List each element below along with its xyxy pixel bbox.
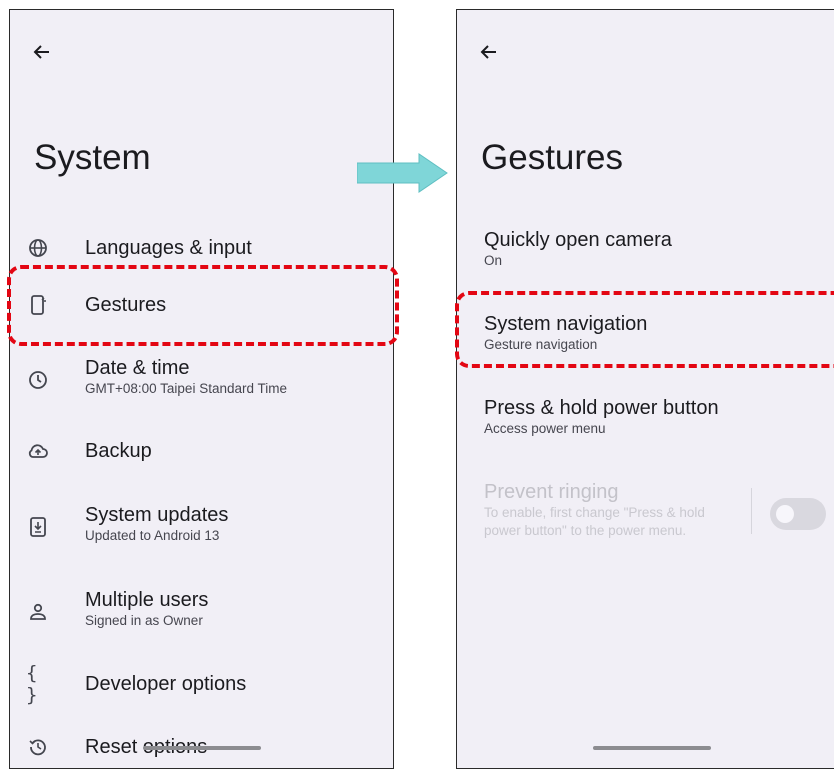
back-arrow-icon [480,45,496,59]
highlight-gestures [7,265,399,346]
back-arrow-icon [33,45,49,59]
system-settings-screen: System Languages & input Gestures Date &… [9,9,394,769]
transition-arrow [356,153,449,198]
braces-icon: { } [26,662,38,706]
item-label: Backup [85,440,152,462]
settings-item-backup[interactable]: Backup [10,431,393,471]
back-button[interactable] [28,38,56,66]
history-icon [26,735,50,759]
item-label: Developer options [85,673,247,695]
item-summary: Signed in as Owner [85,613,203,628]
settings-item-quickly-open-camera[interactable]: Quickly open camera On [484,228,834,270]
home-indicator[interactable] [593,746,711,750]
settings-item-developer-options[interactable]: { } Developer options [10,662,393,706]
toggle-knob [776,505,794,523]
item-summary: Updated to Android 13 [85,528,220,543]
item-label: System updates [85,504,229,526]
globe-icon [26,236,50,260]
cloud-upload-icon [26,439,50,463]
item-label: Date & time [85,357,190,379]
system-update-icon [26,515,50,539]
item-summary: GMT+08:00 Taipei Standard Time [85,381,287,396]
page-title: Gestures [481,138,623,177]
person-icon [26,600,50,624]
item-summary: Access power menu [484,421,606,436]
item-summary: On [484,253,503,268]
prevent-ringing-toggle[interactable] [770,498,826,530]
gestures-settings-screen: Gestures Quickly open camera On System n… [456,9,834,769]
settings-item-multiple-users[interactable]: Multiple users Signed in as Owner [10,588,393,636]
settings-item-languages[interactable]: Languages & input [10,228,393,268]
clock-icon [26,368,50,392]
divider [751,488,752,534]
highlight-system-navigation [455,291,834,368]
settings-item-press-hold-power[interactable]: Press & hold power button Access power m… [484,396,834,438]
settings-item-date-time[interactable]: Date & time GMT+08:00 Taipei Standard Ti… [10,356,393,404]
settings-item-system-updates[interactable]: System updates Updated to Android 13 [10,503,393,551]
page-title: System [34,138,151,177]
item-label: Multiple users [85,589,209,611]
item-label: Languages & input [85,237,252,259]
back-button[interactable] [475,38,503,66]
item-label: Quickly open camera [484,229,672,251]
home-indicator[interactable] [143,746,261,750]
item-label: Press & hold power button [484,397,719,419]
